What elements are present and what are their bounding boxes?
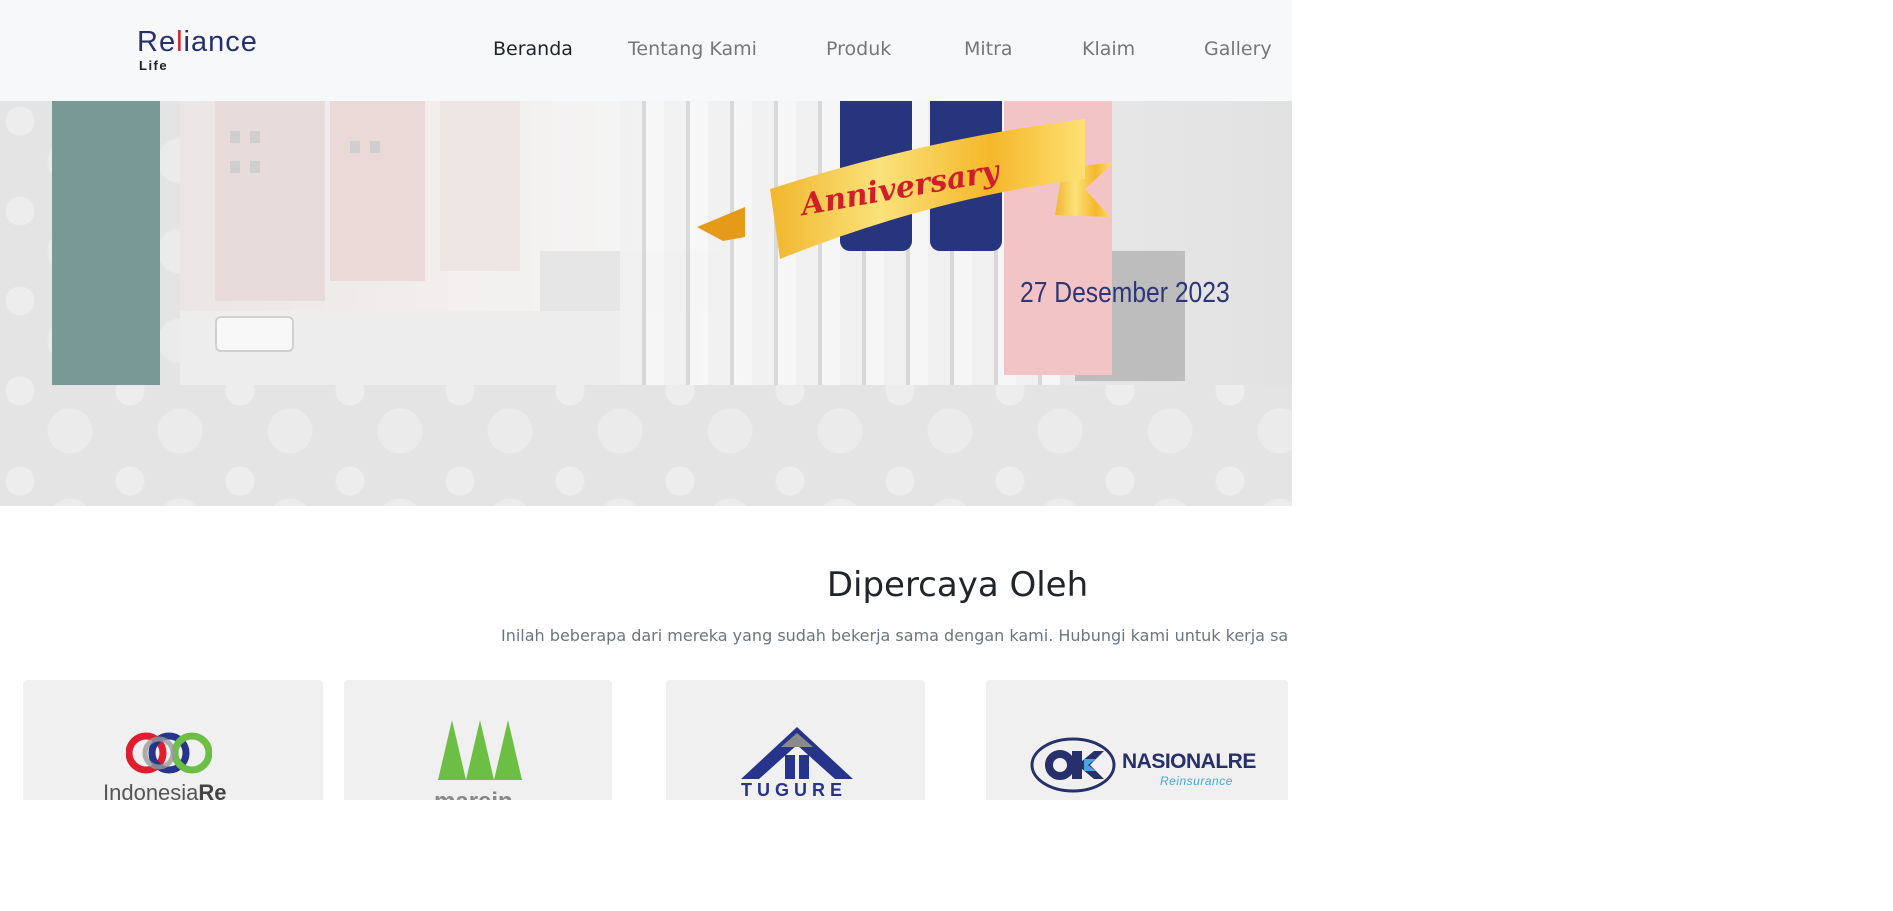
partner-card-tugure[interactable]: TUGURE — [666, 680, 925, 800]
tugure-logo-icon — [741, 727, 853, 779]
window — [370, 141, 380, 153]
parked-car — [215, 316, 294, 352]
nav-item-mitra[interactable]: Mitra — [964, 38, 1013, 60]
nav-item-tentang-kami[interactable]: Tentang Kami — [628, 38, 757, 60]
nav-item-gallery[interactable]: Gallery — [1204, 38, 1272, 60]
partner-card-marein[interactable]: marein — [344, 680, 612, 800]
partner-tagline-nasional-re: Reinsurance — [1160, 774, 1233, 788]
hero-banner[interactable]: Anniversary 27 Desember 2023 — [0, 101, 1292, 506]
nasional-re-logo-icon — [1030, 737, 1116, 793]
partner-name-indonesia-re: IndonesiaRe — [103, 780, 227, 800]
building-middle — [330, 101, 425, 281]
hero-date: 27 Desember 2023 — [1020, 277, 1230, 309]
window — [250, 161, 260, 173]
nav-item-beranda[interactable]: Beranda — [493, 38, 573, 60]
marein-logo-icon — [438, 720, 522, 780]
window — [250, 131, 260, 143]
reliance-life-logo[interactable]: Reliance Life — [137, 28, 267, 76]
partner-card-nasional-re[interactable]: NASIONALRE Reinsurance — [986, 680, 1288, 800]
window — [350, 141, 360, 153]
window — [230, 131, 240, 143]
window — [230, 161, 240, 173]
partner-name-tugure: TUGURE — [741, 780, 847, 800]
nav-item-klaim[interactable]: Klaim — [1082, 38, 1135, 60]
trusted-section-title: Dipercaya Oleh — [826, 565, 1089, 605]
hero-teal-panel — [52, 101, 160, 385]
nav-item-produk[interactable]: Produk — [826, 38, 891, 60]
indonesia-re-logo-icon — [126, 732, 212, 774]
site-header: Reliance Life Beranda Tentang Kami Produ… — [0, 0, 1292, 101]
partner-card-indonesia-re[interactable]: IndonesiaRe — [23, 680, 323, 800]
trusted-section-subtitle: Inilah beberapa dari mereka yang sudah b… — [501, 626, 1289, 645]
partner-name-marein: marein — [434, 788, 513, 800]
page-viewport: Reliance Life Beranda Tentang Kami Produ… — [0, 0, 1292, 800]
logo-subtitle: Life — [139, 58, 169, 73]
logo-wordmark: Reliance — [137, 26, 258, 58]
building-right — [440, 101, 520, 271]
partner-name-nasional-re: NASIONALRE — [1122, 750, 1256, 773]
